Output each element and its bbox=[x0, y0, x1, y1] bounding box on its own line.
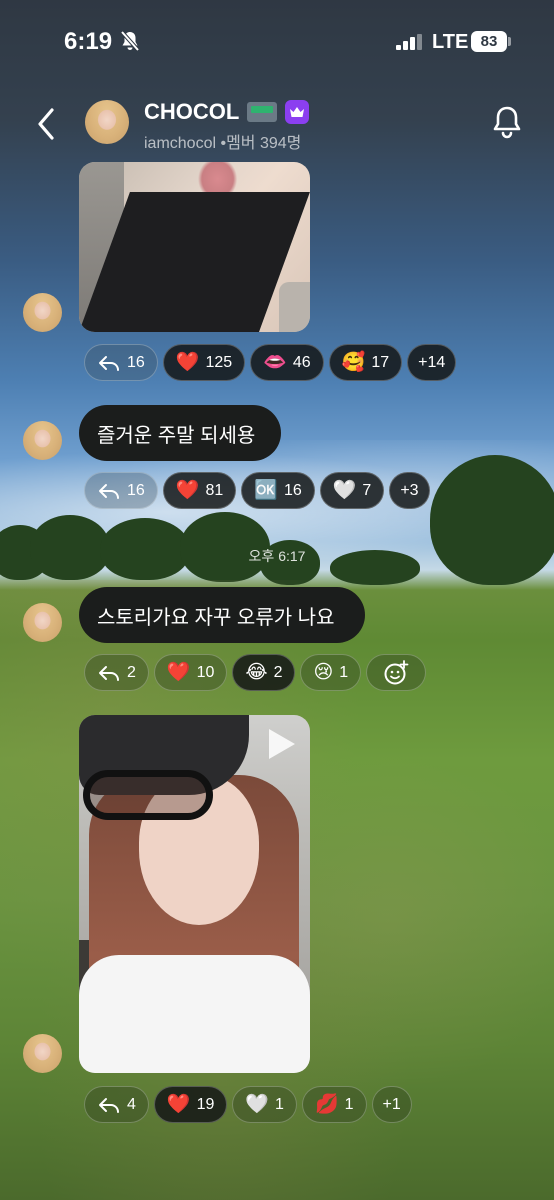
more-reactions-chip[interactable]: +1 bbox=[371, 1086, 412, 1123]
network-type: LTE bbox=[432, 31, 469, 53]
message-text: 즐거운 주말 되세용 bbox=[97, 424, 256, 447]
heart-emoji: ❤️ bbox=[175, 479, 200, 501]
reaction-heart[interactable]: ❤️ 125 bbox=[162, 344, 246, 381]
ok-button-emoji: 🆗 bbox=[254, 479, 278, 501]
sender-avatar[interactable] bbox=[23, 421, 62, 460]
reaction-count: 17 bbox=[371, 353, 390, 371]
crying-face-emoji: 😢 bbox=[313, 661, 334, 683]
heart-emoji: ❤️ bbox=[175, 351, 200, 373]
status-time: 6:19 bbox=[64, 28, 113, 55]
more-count: +1 bbox=[382, 1095, 401, 1113]
more-reactions-chip[interactable]: +14 bbox=[407, 344, 457, 381]
reply-count: 16 bbox=[127, 353, 145, 371]
reply-chip[interactable]: 16 bbox=[84, 472, 158, 509]
sender-avatar[interactable] bbox=[23, 603, 62, 642]
reaction-count: 10 bbox=[196, 663, 215, 681]
crown-icon bbox=[285, 100, 310, 124]
play-icon[interactable] bbox=[269, 729, 295, 759]
white-heart-emoji: 🤍 bbox=[245, 1093, 270, 1115]
message-timestamp: 오후 6:17 bbox=[248, 548, 306, 564]
reaction-count: 1 bbox=[344, 1095, 354, 1113]
reaction-laugh[interactable]: 😂 2 bbox=[232, 654, 296, 691]
channel-name: CHOCOL bbox=[144, 99, 240, 124]
reaction-white-heart[interactable]: 🤍 1 bbox=[232, 1086, 297, 1123]
more-count: +14 bbox=[418, 353, 446, 371]
text-message-bubble[interactable]: 즐거운 주말 되세용 bbox=[79, 405, 281, 461]
tears-of-joy-emoji: 😂 bbox=[245, 661, 268, 683]
heart-emoji: ❤️ bbox=[166, 1093, 191, 1115]
cellular-signal-icon bbox=[396, 34, 422, 50]
reply-count: 4 bbox=[127, 1095, 136, 1113]
reply-icon bbox=[99, 483, 119, 499]
white-heart-emoji: 🤍 bbox=[332, 479, 357, 501]
video-message[interactable] bbox=[79, 715, 310, 1073]
reaction-count: 46 bbox=[292, 353, 311, 371]
reaction-count: 1 bbox=[275, 1095, 284, 1113]
reaction-count: 125 bbox=[205, 353, 233, 371]
reaction-ok[interactable]: 🆗 16 bbox=[241, 472, 315, 509]
reaction-count: 16 bbox=[283, 481, 302, 499]
add-reaction-button[interactable] bbox=[366, 654, 427, 691]
reaction-cry[interactable]: 😢 1 bbox=[300, 654, 362, 691]
reply-chip[interactable]: 2 bbox=[84, 654, 149, 691]
back-chevron-icon[interactable] bbox=[32, 104, 62, 144]
more-count: +3 bbox=[400, 481, 419, 499]
pager-icon bbox=[247, 102, 278, 122]
sender-avatar[interactable] bbox=[23, 1034, 62, 1073]
reaction-count: 1 bbox=[339, 663, 349, 681]
channel-subtitle: iamchocol •멤버 394명 bbox=[144, 135, 302, 152]
reaction-heart[interactable]: ❤️ 10 bbox=[153, 654, 228, 691]
reaction-kiss[interactable]: 💋 1 bbox=[301, 1086, 367, 1123]
channel-avatar[interactable] bbox=[85, 100, 129, 144]
photo-message[interactable] bbox=[79, 162, 310, 332]
reply-count: 2 bbox=[127, 663, 136, 681]
bell-icon[interactable] bbox=[490, 104, 524, 140]
reaction-white-heart[interactable]: 🤍 7 bbox=[319, 472, 385, 509]
text-message-bubble[interactable]: 스토리가요 자꾸 오류가 나요 bbox=[79, 587, 365, 643]
reaction-hearts-face[interactable]: 🥰 17 bbox=[328, 344, 403, 381]
reaction-bar: 16 ❤️ 125 👄 46 🥰 17 +14 bbox=[84, 344, 457, 381]
reaction-count: 81 bbox=[205, 481, 224, 499]
reply-icon bbox=[99, 1097, 119, 1113]
smiling-hearts-emoji: 🥰 bbox=[341, 351, 366, 373]
reaction-heart[interactable]: ❤️ 19 bbox=[153, 1086, 228, 1123]
kiss-mark-emoji: 💋 bbox=[314, 1093, 339, 1115]
reply-chip[interactable]: 4 bbox=[84, 1086, 149, 1123]
battery-tip bbox=[508, 37, 511, 46]
bell-muted-icon bbox=[120, 30, 140, 52]
reaction-bar: 4 ❤️ 19 🤍 1 💋 1 +1 bbox=[84, 1086, 412, 1123]
reaction-bar: 2 ❤️ 10 😂 2 😢 1 bbox=[84, 654, 427, 691]
reply-chip[interactable]: 16 bbox=[84, 344, 158, 381]
reply-icon bbox=[99, 665, 119, 681]
sender-avatar[interactable] bbox=[23, 293, 62, 332]
lips-emoji: 👄 bbox=[263, 351, 287, 373]
battery-indicator: 83 bbox=[471, 31, 507, 52]
reaction-heart[interactable]: ❤️ 81 bbox=[162, 472, 237, 509]
status-bar: 6:19 LTE 83 bbox=[0, 0, 554, 80]
reaction-lips[interactable]: 👄 46 bbox=[250, 344, 324, 381]
reaction-count: 2 bbox=[273, 663, 283, 681]
reply-icon bbox=[99, 355, 119, 371]
heart-emoji: ❤️ bbox=[166, 661, 191, 683]
channel-title: CHOCOL bbox=[144, 99, 310, 125]
reaction-count: 7 bbox=[362, 481, 372, 499]
message-text: 스토리가요 자꾸 오류가 나요 bbox=[97, 606, 335, 629]
more-reactions-chip[interactable]: +3 bbox=[389, 472, 430, 509]
reply-count: 16 bbox=[127, 481, 145, 499]
reaction-count: 19 bbox=[196, 1095, 215, 1113]
add-emoji-icon bbox=[384, 659, 409, 684]
reaction-bar: 16 ❤️ 81 🆗 16 🤍 7 +3 bbox=[84, 472, 430, 509]
